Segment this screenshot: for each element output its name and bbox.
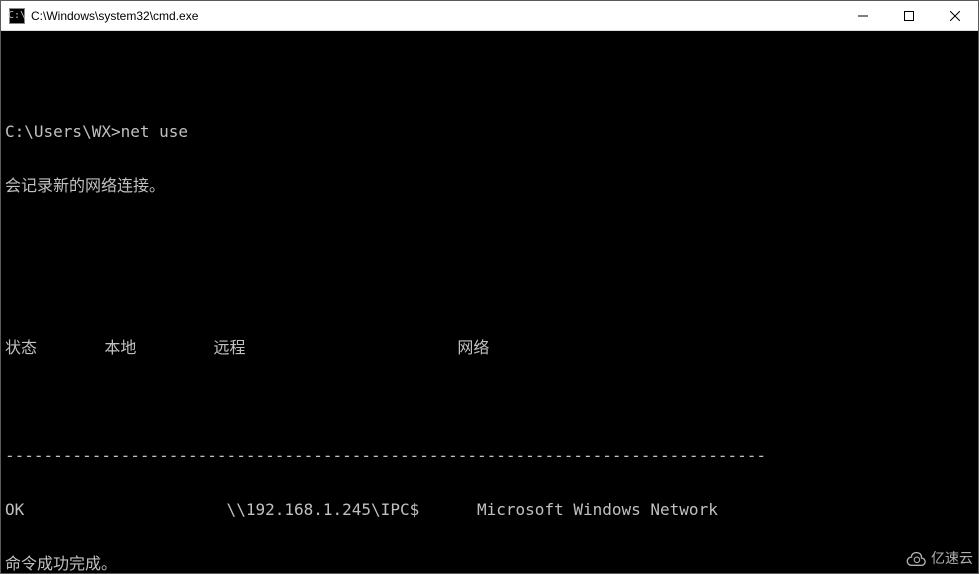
terminal-line xyxy=(5,393,974,411)
cloud-icon xyxy=(905,550,927,566)
terminal-line xyxy=(5,285,974,303)
terminal-line: 状态 本地 远程 网络 xyxy=(5,339,974,357)
cmd-icon: C:\ xyxy=(9,8,25,24)
terminal-line: C:\Users\WX>net use xyxy=(5,123,974,141)
terminal-line xyxy=(5,231,974,249)
maximize-icon xyxy=(904,11,914,21)
window-title: C:\Windows\system32\cmd.exe xyxy=(31,9,840,23)
terminal-line: 命令成功完成。 xyxy=(5,555,974,573)
titlebar[interactable]: C:\ C:\Windows\system32\cmd.exe xyxy=(1,1,978,31)
terminal-line: 会记录新的网络连接。 xyxy=(5,177,974,195)
minimize-button[interactable] xyxy=(840,1,886,30)
window-controls xyxy=(840,1,978,30)
terminal-area[interactable]: C:\Users\WX>net use 会记录新的网络连接。 状态 本地 远程 … xyxy=(1,31,978,573)
maximize-button[interactable] xyxy=(886,1,932,30)
close-icon xyxy=(950,11,960,21)
watermark: 亿速云 xyxy=(905,548,973,568)
minimize-icon xyxy=(858,11,868,21)
watermark-text: 亿速云 xyxy=(931,548,973,568)
terminal-line xyxy=(5,69,974,87)
terminal-line: OK \\192.168.1.245\IPC$ Microsoft Window… xyxy=(5,501,974,519)
cmd-window: C:\ C:\Windows\system32\cmd.exe C:\Users… xyxy=(0,0,979,574)
close-button[interactable] xyxy=(932,1,978,30)
terminal-line: ----------------------------------------… xyxy=(5,447,974,465)
